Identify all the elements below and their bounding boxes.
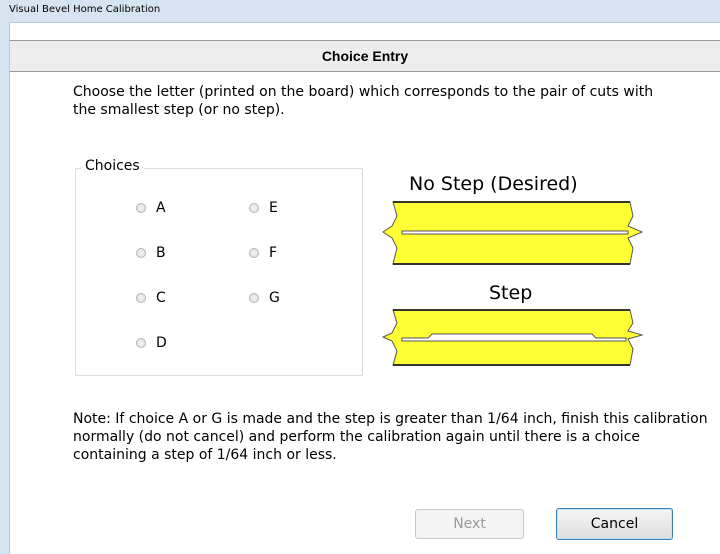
choice-radio-c[interactable]: C bbox=[136, 290, 166, 306]
choice-label: A bbox=[156, 200, 166, 216]
radio-button-icon[interactable] bbox=[249, 203, 259, 213]
window-frame-edge bbox=[0, 22, 10, 554]
choice-label: G bbox=[269, 290, 280, 306]
choices-legend: Choices bbox=[81, 158, 144, 174]
radio-button-icon[interactable] bbox=[249, 248, 259, 258]
stepped-cut-line bbox=[401, 333, 627, 342]
choice-radio-e[interactable]: E bbox=[249, 200, 278, 216]
choice-label: E bbox=[269, 200, 278, 216]
radio-button-icon[interactable] bbox=[136, 248, 146, 258]
radio-button-icon[interactable] bbox=[136, 203, 146, 213]
page-title: Choice Entry bbox=[321, 48, 409, 64]
choice-radio-f[interactable]: F bbox=[249, 245, 277, 261]
step-board-diagram bbox=[381, 309, 644, 366]
cancel-button[interactable]: Cancel bbox=[556, 508, 673, 540]
radio-button-icon[interactable] bbox=[249, 293, 259, 303]
no-step-label: No Step (Desired) bbox=[409, 173, 578, 195]
note-text: Note: If choice A or G is made and the s… bbox=[73, 411, 708, 463]
choice-radio-g[interactable]: G bbox=[249, 290, 280, 306]
calibration-window: Visual Bevel Home Calibration Choice Ent… bbox=[0, 0, 720, 554]
radio-button-icon[interactable] bbox=[136, 293, 146, 303]
choice-label: B bbox=[156, 245, 166, 261]
choice-radio-a[interactable]: A bbox=[136, 200, 166, 216]
choices-group bbox=[75, 168, 363, 376]
choice-radio-d[interactable]: D bbox=[136, 335, 167, 351]
instructions-text: Choose the letter (printed on the board)… bbox=[73, 84, 654, 118]
step-label: Step bbox=[489, 282, 533, 304]
cut-line bbox=[401, 230, 629, 235]
choice-label: C bbox=[156, 290, 166, 306]
title-bar[interactable]: Visual Bevel Home Calibration bbox=[0, 0, 720, 23]
window-title: Visual Bevel Home Calibration bbox=[9, 4, 161, 15]
no-step-board-diagram bbox=[382, 201, 644, 265]
choice-radio-b[interactable]: B bbox=[136, 245, 166, 261]
header-bar: Choice Entry bbox=[10, 40, 720, 72]
radio-button-icon[interactable] bbox=[136, 338, 146, 348]
next-button[interactable]: Next bbox=[415, 509, 524, 539]
choice-label: D bbox=[156, 335, 167, 351]
choice-label: F bbox=[269, 245, 278, 261]
